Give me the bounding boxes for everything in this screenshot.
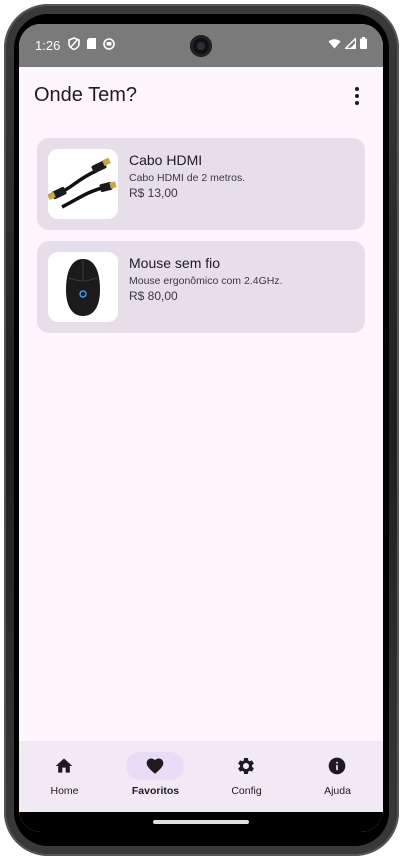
front-camera [190, 35, 212, 57]
app-title: Onde Tem? [34, 84, 138, 106]
heart-icon [146, 758, 164, 774]
phone-screen: 1:26 Onde Tem? Cabo HDMI Cabo HDMI de 2 … [19, 24, 383, 832]
nav-label: Favoritos [131, 785, 180, 797]
mouse-illustration [66, 259, 100, 316]
nav-item-home[interactable]: Home [19, 741, 110, 812]
signal-icon [345, 37, 356, 49]
product-price: R$ 13,00 [129, 186, 178, 200]
bottom-navigation-bar: Home Favoritos Config Ajuda [19, 741, 383, 812]
home-icon [55, 758, 73, 773]
status-icons-right [328, 37, 367, 49]
product-title: Cabo HDMI [129, 152, 203, 168]
nav-item-favoritos[interactable]: Favoritos [110, 741, 201, 812]
product-card-hdmi[interactable]: Cabo HDMI Cabo HDMI de 2 metros. R$ 13,0… [37, 138, 365, 230]
wireless-mouse-image [48, 252, 118, 322]
hdmi-cable-image [48, 149, 118, 219]
product-card-mouse[interactable]: Mouse sem fio Mouse ergonômico com 2.4GH… [37, 241, 365, 333]
menu-dot [355, 94, 359, 98]
product-list: Cabo HDMI Cabo HDMI de 2 metros. R$ 13,0… [37, 138, 365, 344]
nav-item-ajuda[interactable]: Ajuda [292, 741, 383, 812]
nav-label: Home [50, 785, 79, 797]
nav-label: Ajuda [324, 785, 351, 797]
product-description: Cabo HDMI de 2 metros. [129, 172, 246, 184]
app-status-icon [103, 37, 115, 50]
info-icon [328, 757, 346, 775]
home-gesture-handle[interactable] [153, 820, 249, 824]
battery-icon [360, 37, 367, 49]
gesture-area [19, 812, 383, 832]
product-title: Mouse sem fio [129, 255, 221, 271]
product-description: Mouse ergonômico com 2.4GHz. [129, 275, 283, 287]
more-vert-icon[interactable] [347, 85, 367, 107]
status-bar: 1:26 [19, 24, 383, 67]
nav-item-config[interactable]: Config [201, 741, 292, 812]
top-app-bar: Onde Tem? [19, 67, 383, 125]
sd-card-icon [87, 38, 96, 49]
nav-label: Config [231, 785, 262, 797]
gear-icon [238, 758, 254, 774]
status-icons-left [68, 37, 115, 50]
menu-dot [355, 101, 359, 105]
status-time: 1:26 [35, 38, 61, 53]
wifi-icon [328, 38, 341, 48]
shield-icon [68, 37, 80, 50]
hdmi-cable-illustration [48, 157, 117, 209]
menu-dot [355, 87, 359, 91]
product-price: R$ 80,00 [129, 289, 178, 303]
